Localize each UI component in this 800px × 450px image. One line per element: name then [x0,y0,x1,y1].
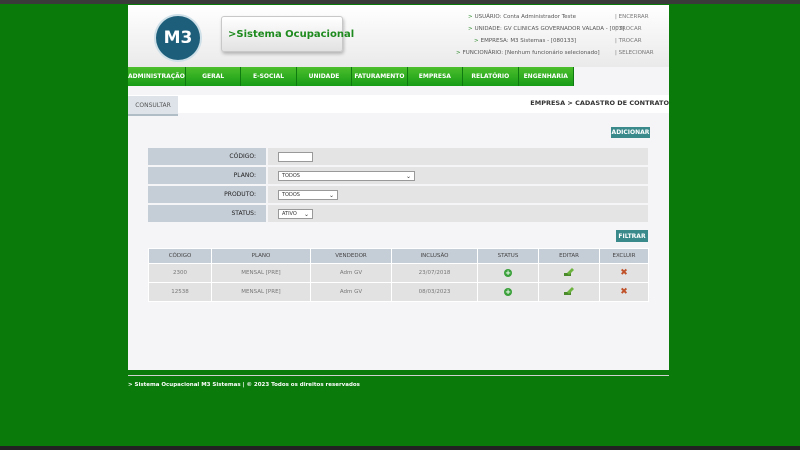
arrow-icon: > [468,14,473,20]
edit-icon[interactable] [564,268,574,276]
col-status: STATUS [477,248,539,264]
tab-consultar[interactable]: CONSULTAR [128,96,178,116]
arrow-icon: > [468,26,473,32]
menu-empresa[interactable]: EMPRESA [408,67,464,86]
plano-label: PLANO: [148,167,266,184]
status-select[interactable]: ATIVO ⌄ [278,208,313,219]
form-row-codigo: CÓDIGO: [148,148,648,165]
menu-geral[interactable]: GERAL [186,67,242,86]
produto-label: PRODUTO: [148,186,266,203]
trocar-unidade-link[interactable]: | TROCAR [615,23,654,35]
funcionario-label: FUNCIONÁRIO: [462,50,504,56]
contracts-table: CÓDIGO PLANO VENDEDOR INCLUSÃO STATUS ED… [148,248,649,302]
session-actions: | ENCERRAR | TROCAR | TROCAR | SELECIONA… [615,11,654,59]
codigo-label: CÓDIGO: [148,148,266,165]
form-row-plano: PLANO: TODOS ⌄ [148,167,648,184]
session-info: > USUÁRIO: Conta Administrador Teste > UNI… [456,11,624,59]
plano-selected-value: TODOS [282,172,300,179]
delete-icon[interactable]: ✖ [620,269,628,278]
funcionario-value: [Nenhum funcionário selecionado] [504,50,600,56]
cell-status: + [477,282,539,302]
cell-inclusao: 08/03/2023 [391,282,478,302]
status-label: STATUS: [148,205,266,222]
table-row: 12538 MENSAL [PRE] Adm GV 08/03/2023 + ✖ [148,282,649,302]
encerrar-link[interactable]: | ENCERRAR [615,11,654,23]
cell-excluir: ✖ [599,263,649,283]
cell-inclusao: 23/07/2018 [391,263,478,283]
menu-faturamento[interactable]: FATURAMENTO [352,67,408,86]
filter-button[interactable]: FILTRAR [616,230,648,242]
main-menu: ADMINISTRAÇÃO GERAL E-SOCIAL UNIDADE FAT… [128,67,574,86]
info-funcionario: > FUNCIONÁRIO: [Nenhum funcionário seleci… [456,47,624,59]
table-row: 2300 MENSAL [PRE] Adm GV 23/07/2018 + ✖ [148,263,649,283]
arrow-icon: > [456,50,461,56]
chevron-down-icon: ⌄ [328,191,334,199]
cell-status: + [477,263,539,283]
form-row-status: STATUS: ATIVO ⌄ [148,205,648,222]
usuario-value: Conta Administrador Teste [503,14,576,20]
menu-relatorio[interactable]: RELATÓRIO [463,67,519,86]
info-usuario: > USUÁRIO: Conta Administrador Teste [468,11,624,23]
chevron-down-icon: ⌄ [303,210,309,218]
m3-logo[interactable]: M3 [156,16,200,60]
unidade-label: UNIDADE: [474,26,502,32]
usuario-label: USUÁRIO: [474,14,502,20]
browser-top-strip [0,0,800,4]
status-cell: ATIVO ⌄ [268,205,648,222]
trocar-empresa-link[interactable]: | TROCAR [615,35,654,47]
add-button[interactable]: ADICIONAR [611,127,650,138]
info-empresa: > EMPRESA: M3 Sistemas - [080133] [468,35,624,47]
taskbar [0,446,800,450]
status-active-icon[interactable]: + [504,288,512,296]
col-codigo[interactable]: CÓDIGO [148,248,212,264]
col-excluir: EXCLUIR [599,248,649,264]
plano-cell: TODOS ⌄ [268,167,648,184]
col-vendedor[interactable]: VENDEDOR [310,248,392,264]
empresa-value: M3 Sistemas - [080133] [510,38,577,44]
cell-vendedor: Adm GV [310,263,392,283]
col-plano[interactable]: PLANO [211,248,311,264]
system-name: >Sistema Ocupacional [228,28,355,40]
cell-editar [538,282,600,302]
header: M3 >Sistema Ocupacional > USUÁRIO: Conta … [128,5,669,67]
table-header-row: CÓDIGO PLANO VENDEDOR INCLUSÃO STATUS ED… [148,248,649,264]
codigo-cell [268,148,648,165]
page-container: M3 >Sistema Ocupacional > USUÁRIO: Conta … [128,5,669,370]
menu-unidade[interactable]: UNIDADE [297,67,353,86]
chevron-down-icon: ⌄ [405,172,411,180]
edit-icon[interactable] [564,287,574,295]
system-name-banner: >Sistema Ocupacional [221,16,354,52]
selecionar-funcionario-link[interactable]: | SELECIONAR [615,47,654,59]
status-active-icon[interactable]: + [504,269,512,277]
delete-icon[interactable]: ✖ [620,288,628,297]
info-unidade: > UNIDADE: GV CLINICAS GOVERNADOR VALADA … [468,23,624,35]
col-editar: EDITAR [538,248,600,264]
cell-codigo: 12538 [148,282,212,302]
menu-engenharia[interactable]: ENGENHARIA [519,67,574,86]
menu-administracao[interactable]: ADMINISTRAÇÃO [128,67,186,86]
status-selected-value: ATIVO [282,210,297,217]
cell-excluir: ✖ [599,282,649,302]
produto-cell: TODOS ⌄ [268,186,648,203]
codigo-input[interactable] [278,151,313,162]
cell-plano: MENSAL [PRE] [211,263,311,283]
menu-e-social[interactable]: E-SOCIAL [241,67,297,86]
arrow-icon: > [474,38,479,44]
produto-selected-value: TODOS [282,191,300,198]
produto-select[interactable]: TODOS ⌄ [278,189,338,200]
col-inclusao[interactable]: INCLUSÃO [391,248,478,264]
form-row-produto: PRODUTO: TODOS ⌄ [148,186,648,203]
filter-form: CÓDIGO: PLANO: TODOS ⌄ PRODUTO: TODOS ⌄ [148,148,648,224]
footer-divider [128,375,669,376]
breadcrumb: EMPRESA > CADASTRO DE CONTRATO [530,99,669,107]
cell-editar [538,263,600,283]
cell-plano: MENSAL [PRE] [211,282,311,302]
unidade-value: GV CLINICAS GOVERNADOR VALADA - [003] [503,26,625,32]
cell-vendedor: Adm GV [310,282,392,302]
empresa-label: EMPRESA: [480,38,509,44]
cell-codigo: 2300 [148,263,212,283]
plano-select[interactable]: TODOS ⌄ [278,170,415,181]
footer-text: > Sistema Ocupacional M3 Sistemas | © 20… [128,382,360,388]
